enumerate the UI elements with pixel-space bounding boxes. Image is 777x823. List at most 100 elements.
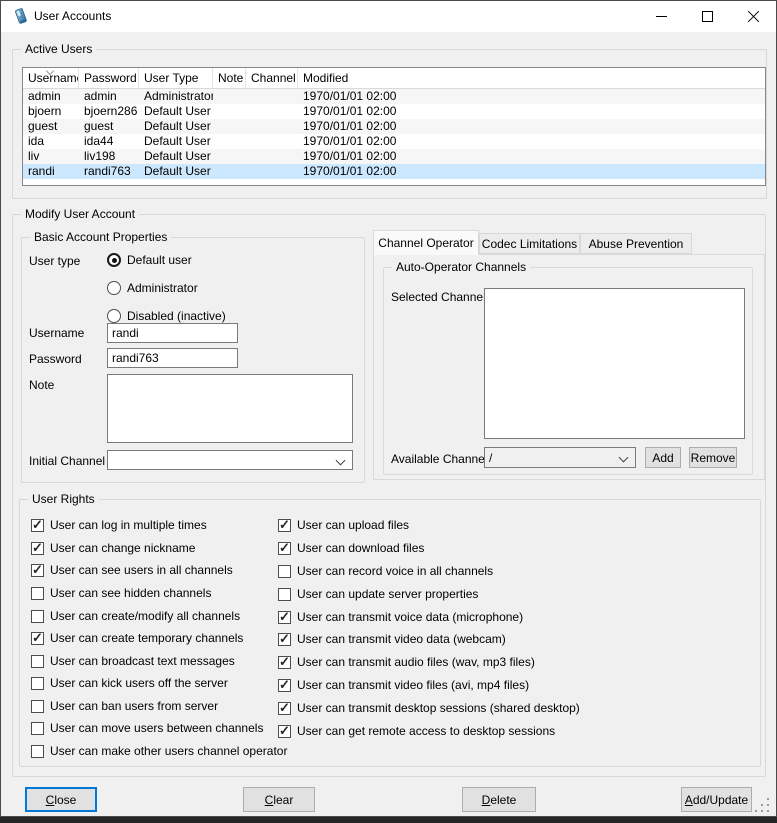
checkbox-icon[interactable]: [278, 611, 291, 624]
checkbox-broadcast-text[interactable]: User can broadcast text messages: [31, 654, 235, 668]
username-input[interactable]: randi: [107, 323, 238, 343]
available-channels-label: Available Channels: [391, 452, 494, 466]
checkbox-icon[interactable]: [278, 565, 291, 578]
clear-button[interactable]: Clear: [243, 787, 315, 812]
user-type-label: User type: [29, 254, 80, 268]
chevron-down-icon: [336, 456, 346, 466]
checkbox-icon[interactable]: [31, 610, 44, 623]
column-header-note[interactable]: Note: [213, 68, 246, 88]
table-row[interactable]: admin admin Administrator 1970/01/01 02:…: [23, 89, 765, 104]
tab-codec-limitations[interactable]: Codec Limitations: [479, 233, 580, 254]
checkbox-change-nickname[interactable]: User can change nickname: [31, 541, 195, 555]
tab-channel-operator[interactable]: Channel Operator: [373, 230, 479, 255]
maximize-button[interactable]: [684, 1, 730, 32]
checkbox-icon[interactable]: [278, 633, 291, 646]
checkbox-upload-files[interactable]: User can upload files: [278, 518, 409, 532]
initial-channel-combobox[interactable]: [107, 450, 353, 470]
checkbox-icon[interactable]: [31, 587, 44, 600]
checkbox-move-users[interactable]: User can move users between channels: [31, 721, 263, 735]
table-row[interactable]: ida ida44 Default User 1970/01/01 02:00: [23, 134, 765, 149]
radio-icon[interactable]: [107, 253, 121, 267]
checkbox-create-temporary-channels[interactable]: User can create temporary channels: [31, 631, 243, 645]
table-row[interactable]: bjoern bjoern286 Default User 1970/01/01…: [23, 104, 765, 119]
checkbox-icon[interactable]: [31, 564, 44, 577]
auto-operator-group-label: Auto-Operator Channels: [392, 260, 530, 275]
checkbox-icon[interactable]: [31, 745, 44, 758]
app-icon: [13, 7, 29, 26]
minimize-icon: [656, 16, 667, 17]
table-row[interactable]: guest guest Default User 1970/01/01 02:0…: [23, 119, 765, 134]
checkbox-icon[interactable]: [278, 679, 291, 692]
radio-default-user[interactable]: Default user: [107, 253, 192, 267]
checkbox-transmit-audio-files[interactable]: User can transmit audio files (wav, mp3 …: [278, 655, 535, 669]
checkbox-icon[interactable]: [278, 542, 291, 555]
minimize-button[interactable]: [638, 1, 684, 32]
checkbox-kick-users[interactable]: User can kick users off the server: [31, 676, 228, 690]
note-label: Note: [29, 378, 54, 392]
checkbox-icon[interactable]: [31, 655, 44, 668]
checkbox-icon[interactable]: [278, 725, 291, 738]
checkbox-record-voice[interactable]: User can record voice in all channels: [278, 564, 493, 578]
selected-channels-label: Selected Channels: [391, 290, 492, 304]
checkbox-icon[interactable]: [31, 677, 44, 690]
add-update-button[interactable]: Add/Update: [681, 787, 752, 812]
active-users-table[interactable]: Username Password User Type Note Channel…: [22, 67, 766, 186]
checkbox-icon[interactable]: [31, 632, 44, 645]
checkbox-transmit-video-files[interactable]: User can transmit video files (avi, mp4 …: [278, 678, 529, 692]
close-window-button[interactable]: [730, 1, 776, 32]
initial-channel-label: Initial Channel: [29, 454, 105, 468]
checkbox-transmit-video[interactable]: User can transmit video data (webcam): [278, 632, 506, 646]
column-header-usertype[interactable]: User Type: [139, 68, 213, 88]
checkbox-update-server[interactable]: User can update server properties: [278, 587, 478, 601]
chevron-down-icon: [619, 453, 629, 463]
basic-group-label: Basic Account Properties: [30, 230, 171, 245]
available-channels-combobox[interactable]: /: [484, 447, 636, 468]
remove-button[interactable]: Remove: [689, 447, 737, 468]
window-title: User Accounts: [34, 9, 111, 23]
table-row[interactable]: liv liv198 Default User 1970/01/01 02:00: [23, 149, 765, 164]
tab-abuse-prevention[interactable]: Abuse Prevention: [580, 233, 692, 254]
checkbox-remote-access[interactable]: User can get remote access to desktop se…: [278, 724, 555, 738]
table-row-selected[interactable]: randi randi763 Default User 1970/01/01 0…: [23, 164, 765, 179]
selected-channels-list[interactable]: [484, 288, 745, 439]
checkbox-icon[interactable]: [31, 700, 44, 713]
checkbox-icon[interactable]: [278, 519, 291, 532]
add-button[interactable]: Add: [645, 447, 681, 468]
checkbox-download-files[interactable]: User can download files: [278, 541, 424, 555]
checkbox-icon[interactable]: [278, 588, 291, 601]
close-button[interactable]: Close: [25, 787, 97, 812]
resize-grip[interactable]: [755, 798, 757, 800]
radio-icon[interactable]: [107, 309, 121, 323]
checkbox-icon[interactable]: [31, 542, 44, 555]
column-header-modified[interactable]: Modified: [298, 68, 765, 88]
close-icon: [747, 10, 760, 23]
delete-button[interactable]: Delete: [462, 787, 536, 812]
checkbox-see-hidden-channels[interactable]: User can see hidden channels: [31, 586, 211, 600]
password-input[interactable]: randi763: [107, 348, 238, 368]
checkbox-icon[interactable]: [31, 519, 44, 532]
column-header-password[interactable]: Password: [79, 68, 139, 88]
titlebar[interactable]: User Accounts: [1, 1, 776, 32]
checkbox-transmit-voice[interactable]: User can transmit voice data (microphone…: [278, 610, 523, 624]
maximize-icon: [702, 11, 713, 22]
active-users-group-label: Active Users: [21, 42, 96, 57]
checkbox-ban-users[interactable]: User can ban users from server: [31, 699, 218, 713]
radio-disabled[interactable]: Disabled (inactive): [107, 309, 226, 323]
checkbox-icon[interactable]: [31, 722, 44, 735]
column-header-channel[interactable]: Channel: [246, 68, 298, 88]
column-header-username[interactable]: Username: [23, 68, 79, 88]
checkbox-icon[interactable]: [278, 656, 291, 669]
username-label: Username: [29, 326, 84, 340]
checkbox-login-multiple[interactable]: User can log in multiple times: [31, 518, 207, 532]
checkbox-create-modify-channels[interactable]: User can create/modify all channels: [31, 609, 240, 623]
radio-icon[interactable]: [107, 281, 121, 295]
user-rights-group-label: User Rights: [28, 492, 99, 507]
user-accounts-dialog: User Accounts Active Users Username Pass…: [0, 0, 777, 817]
note-textarea[interactable]: [107, 374, 353, 443]
checkbox-make-operator[interactable]: User can make other users channel operat…: [31, 744, 287, 758]
checkbox-see-users[interactable]: User can see users in all channels: [31, 563, 233, 577]
checkbox-icon[interactable]: [278, 702, 291, 715]
radio-administrator[interactable]: Administrator: [107, 281, 198, 295]
password-label: Password: [29, 352, 82, 366]
checkbox-transmit-desktop[interactable]: User can transmit desktop sessions (shar…: [278, 701, 580, 715]
